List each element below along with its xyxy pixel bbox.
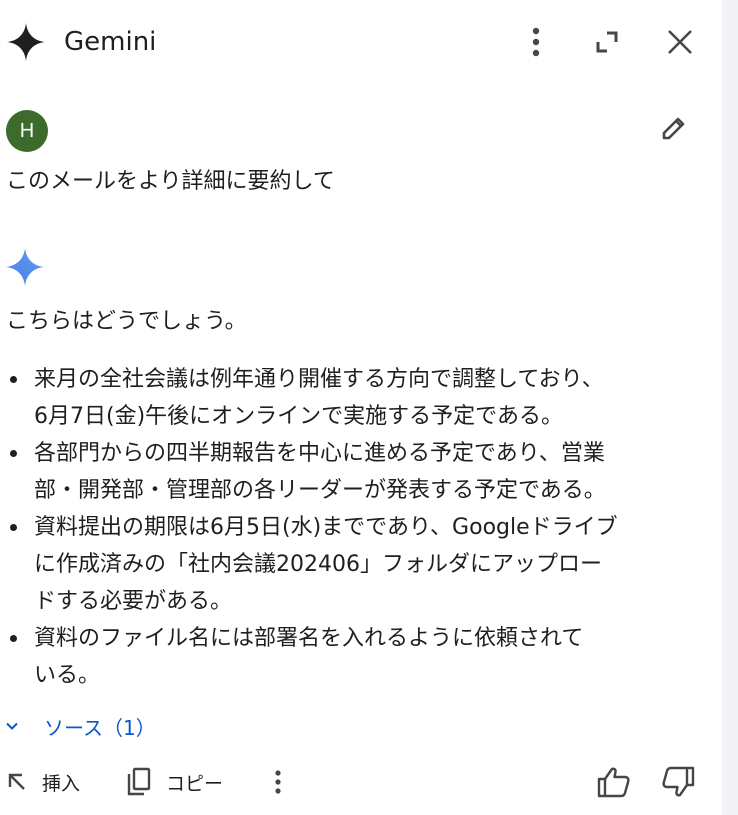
close-icon: [668, 30, 692, 54]
thumbs-up-icon: [597, 767, 630, 798]
list-item: 資料提出の期限は6月5日(水)までであり、Googleドライブ に作成済みの「社…: [0, 509, 700, 620]
list-item: 資料のファイル名には部署名を入れるように依頼されて いる。: [0, 620, 700, 694]
chevron-down-icon: [4, 716, 24, 736]
list-item-line: 部・開発部・管理部の各リーダーが発表する予定である。: [34, 478, 606, 503]
sources-label: ソース（1）: [44, 715, 156, 740]
list-item-line: 資料のファイル名には部署名を入れるように依頼されて: [34, 626, 584, 651]
more-actions-button[interactable]: [264, 764, 292, 800]
copy-label: コピー: [166, 772, 224, 795]
insert-button[interactable]: 挿入: [6, 764, 80, 800]
insert-arrow-icon: [6, 771, 28, 793]
close-button[interactable]: [660, 22, 700, 62]
insert-label: 挿入: [42, 772, 81, 795]
thumbs-up-button[interactable]: [596, 764, 632, 800]
pencil-icon: [662, 117, 685, 140]
expand-button[interactable]: [587, 22, 627, 62]
thumbs-down-icon: [662, 766, 695, 797]
response-intro: こちらはどうでしょう。: [6, 309, 247, 334]
list-item-line: 来月の全社会議は例年通り開催する方向で調整しており、: [34, 367, 604, 392]
more-options-button[interactable]: [516, 22, 556, 62]
summary-list: 来月の全社会議は例年通り開催する方向で調整しており、 6月7日(金)午後にオンラ…: [0, 361, 700, 694]
more-vert-icon: [275, 770, 281, 794]
list-item-line: に作成済みの「社内会議202406」フォルダにアップロー: [34, 552, 602, 577]
user-avatar: H: [6, 110, 48, 152]
thumbs-down-button[interactable]: [660, 764, 696, 800]
app-title: Gemini: [64, 27, 157, 57]
expand-icon: [596, 31, 618, 53]
list-item: 各部門からの四半期報告を中心に進める予定であり、営業 部・開発部・管理部の各リー…: [0, 435, 700, 509]
copy-icon: [126, 767, 152, 797]
gemini-side-panel: Gemini H このメールをより詳細に要約して こちらはどうでしょう。 来月の…: [0, 0, 722, 815]
gemini-response-spark-icon: [6, 248, 44, 286]
gemini-spark-icon: [7, 23, 45, 61]
list-item-line: いる。: [34, 663, 101, 688]
panel-scroll-rail: [722, 0, 738, 815]
list-item-line: 各部門からの四半期報告を中心に進める予定であり、営業: [34, 441, 605, 466]
user-prompt-text: このメールをより詳細に要約して: [6, 169, 335, 194]
list-item-line: 6月7日(金)午後にオンラインで実施する予定である。: [34, 404, 563, 429]
list-item-line: 資料提出の期限は6月5日(水)までであり、Googleドライブ: [34, 515, 618, 540]
more-vert-icon: [532, 27, 540, 57]
list-item-line: ドする必要がある。: [34, 589, 233, 614]
sources-toggle[interactable]: ソース（1）: [4, 710, 156, 742]
copy-button[interactable]: コピー: [126, 764, 223, 800]
panel-header: Gemini: [0, 0, 722, 86]
list-item: 来月の全社会議は例年通り開催する方向で調整しており、 6月7日(金)午後にオンラ…: [0, 361, 700, 435]
edit-prompt-button[interactable]: [654, 108, 694, 148]
